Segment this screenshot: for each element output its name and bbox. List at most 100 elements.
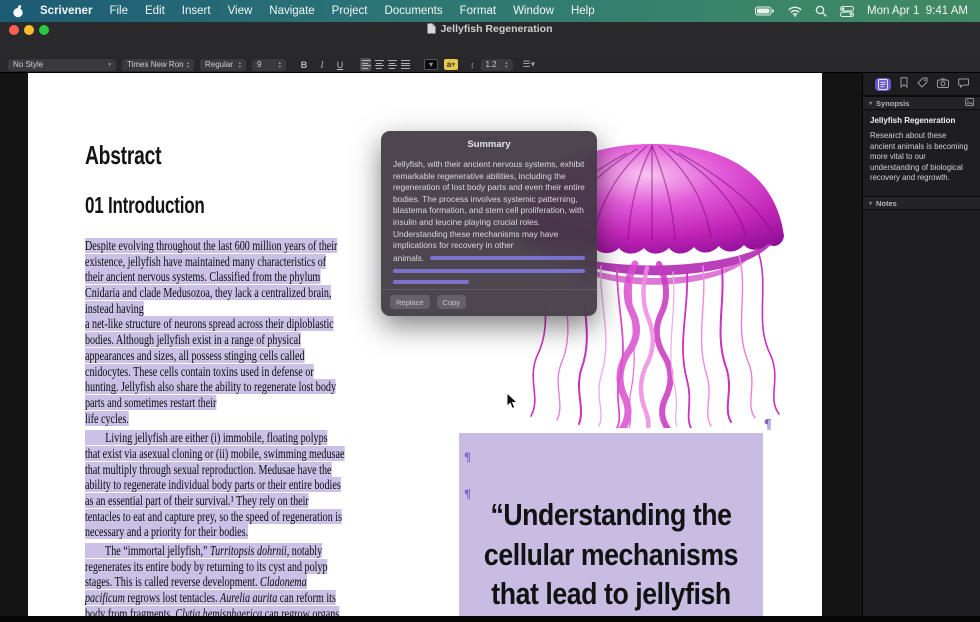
heading-abstract: Abstract <box>85 140 161 171</box>
menu-edit[interactable]: Edit <box>145 5 165 17</box>
tab-bookmarks[interactable] <box>900 75 908 93</box>
body-line: a net-like structure of neurons spread a… <box>85 316 387 332</box>
pull-quote-block[interactable]: ¶ ¶ “Understanding thecellular mechanism… <box>459 433 763 622</box>
document-proxy-icon <box>427 23 436 34</box>
menu-help[interactable]: Help <box>571 5 595 17</box>
body-line: hunting. Jellyfish also share the abilit… <box>85 379 387 395</box>
body-line: their ancient nervous systems. Classifie… <box>85 269 387 285</box>
body-line: appearances and sizes, all possess sting… <box>85 348 387 364</box>
body-line: existence, jellyfish have maintained man… <box>85 254 387 270</box>
underline-button[interactable]: U <box>334 60 346 70</box>
menu-project[interactable]: Project <box>332 5 368 17</box>
list-style-button[interactable]: ☰▾ <box>523 59 536 70</box>
summary-popup: Summary Jellyfish, with their ancient ne… <box>381 131 597 316</box>
menu-documents[interactable]: Documents <box>384 5 442 17</box>
align-left-button[interactable] <box>360 58 371 71</box>
body-line: regenerates its entire body by returning… <box>85 559 387 575</box>
battery-icon[interactable] <box>755 6 775 16</box>
synopsis-card[interactable]: Jellyfish Regeneration Research about th… <box>863 110 980 190</box>
summary-popup-title: Summary <box>381 131 597 150</box>
body-line: stages. This is called reverse developme… <box>85 574 387 590</box>
font-variant-select[interactable]: Regular▴▾ <box>200 59 246 71</box>
body-line: Living jellyfish are either (i) immobile… <box>85 430 387 446</box>
heading-introduction: 01 Introduction <box>85 192 205 219</box>
generating-bar <box>393 280 469 284</box>
body-line: The “immortal jellyfish,” Turritopsis do… <box>85 543 387 559</box>
font-select[interactable]: Times New Roman▴▾ <box>122 59 194 71</box>
body-line: life cycles. <box>85 411 387 427</box>
apple-menu-icon[interactable] <box>12 5 24 18</box>
bold-button[interactable]: B <box>298 60 310 70</box>
pilcrow-mark: ¶ <box>764 417 772 433</box>
tab-comments[interactable] <box>958 75 969 93</box>
body-line: Cnidaria and clade Medusozoa, they lack … <box>85 285 387 301</box>
inspector-tabs <box>863 73 980 96</box>
synopsis-image-icon[interactable] <box>965 98 974 108</box>
pull-quote-line: “Understanding the <box>480 495 741 535</box>
synopsis-body: Research about these ancient animals is … <box>870 131 973 184</box>
highlight-color-well[interactable]: a▾ <box>444 59 458 70</box>
align-right-button[interactable] <box>386 58 397 71</box>
align-justify-button[interactable] <box>399 58 410 71</box>
summary-popup-body: Jellyfish, with their ancient nervous sy… <box>381 150 597 252</box>
menu-view[interactable]: View <box>228 5 253 17</box>
control-center-icon[interactable] <box>840 6 854 17</box>
body-line: necessary and a priority for their bodie… <box>85 524 387 540</box>
replace-button[interactable]: Replace <box>390 295 430 309</box>
body-line: parts and sometimes restart their <box>85 395 387 411</box>
disclosure-chevron-icon: ▾ <box>869 100 872 107</box>
body-line: ability to regenerate individual body pa… <box>85 477 387 493</box>
generating-bar <box>393 269 585 273</box>
body-line: cnidocytes. These cells contain toxins u… <box>85 364 387 380</box>
tab-notes-synopsis[interactable] <box>875 78 891 91</box>
body-line: bodies. Although jellyfish exist in a ra… <box>85 332 387 348</box>
menu-format[interactable]: Format <box>460 5 496 17</box>
body-line: pacificum regrows lost tentacles. Aureli… <box>85 590 387 606</box>
pull-quote-text: “Understanding thecellular mechanismstha… <box>480 495 741 614</box>
format-bar: No Style▾ Times New Roman▴▾ Regular▴▾ 9▴… <box>0 57 980 73</box>
wifi-icon[interactable] <box>788 6 802 17</box>
menu-file[interactable]: File <box>109 5 128 17</box>
pilcrow-mark: ¶ <box>464 486 471 502</box>
line-spacing-stepper[interactable]: 1.2▴▾ <box>481 59 513 71</box>
mouse-cursor <box>506 392 518 410</box>
pilcrow-mark: ¶ <box>464 449 471 465</box>
line-height-icon: ↕ <box>470 60 475 70</box>
menu-scrivener[interactable]: Scrivener <box>40 5 92 17</box>
body-line: that multiply through sexual reproductio… <box>85 462 387 478</box>
text-color-well[interactable]: ▾ <box>424 59 438 70</box>
italic-button[interactable]: I <box>316 60 328 70</box>
body-line: tentacles to eat and capture prey, so th… <box>85 509 387 525</box>
body-text[interactable]: Despite evolving throughout the last 600… <box>85 238 387 622</box>
align-center-button[interactable] <box>373 58 384 71</box>
menu-insert[interactable]: Insert <box>182 5 211 17</box>
font-size-stepper[interactable]: 9▴▾ <box>252 59 286 71</box>
tab-snapshots[interactable] <box>937 75 949 93</box>
synopsis-title: Jellyfish Regeneration <box>870 116 973 125</box>
pull-quote-line: cellular mechanisms <box>480 535 741 575</box>
spotlight-search-icon[interactable] <box>815 5 827 17</box>
body-line: instead having <box>85 301 387 317</box>
copy-button[interactable]: Copy <box>437 295 467 309</box>
notes-header[interactable]: ▾ Notes <box>863 196 980 210</box>
tab-metadata[interactable] <box>917 75 928 93</box>
app-menus: Scrivener File Edit Insert View Navigate Proje… <box>40 5 612 17</box>
pull-quote-line: that lead to jellyfish <box>480 574 741 614</box>
screen: Scrivener File Edit Insert View Navigate Proje… <box>0 0 980 622</box>
popup-divider <box>381 289 597 290</box>
summary-body-tail: animals. <box>393 253 424 263</box>
generating-bar <box>430 256 585 260</box>
menu-window[interactable]: Window <box>513 5 554 17</box>
body-line: Despite evolving throughout the last 600… <box>85 238 387 254</box>
window-footer <box>0 616 980 622</box>
body-line: that exist via asexual cloning or (ii) m… <box>85 446 387 462</box>
menu-clock[interactable]: Mon Apr 1 9:41 AM <box>867 5 968 17</box>
inspector-panel: ▾ Synopsis Jellyfish Regeneration Resear… <box>862 73 980 622</box>
window-title: Jellyfish Regeneration <box>0 23 980 35</box>
body-line: as an essential part of their survival.¹… <box>85 493 387 509</box>
synopsis-header[interactable]: ▾ Synopsis <box>863 96 980 110</box>
disclosure-chevron-icon: ▾ <box>869 200 872 207</box>
menu-bar: Scrivener File Edit Insert View Navigate Proje… <box>0 0 980 22</box>
style-select[interactable]: No Style▾ <box>8 59 116 71</box>
menu-navigate[interactable]: Navigate <box>269 5 314 17</box>
